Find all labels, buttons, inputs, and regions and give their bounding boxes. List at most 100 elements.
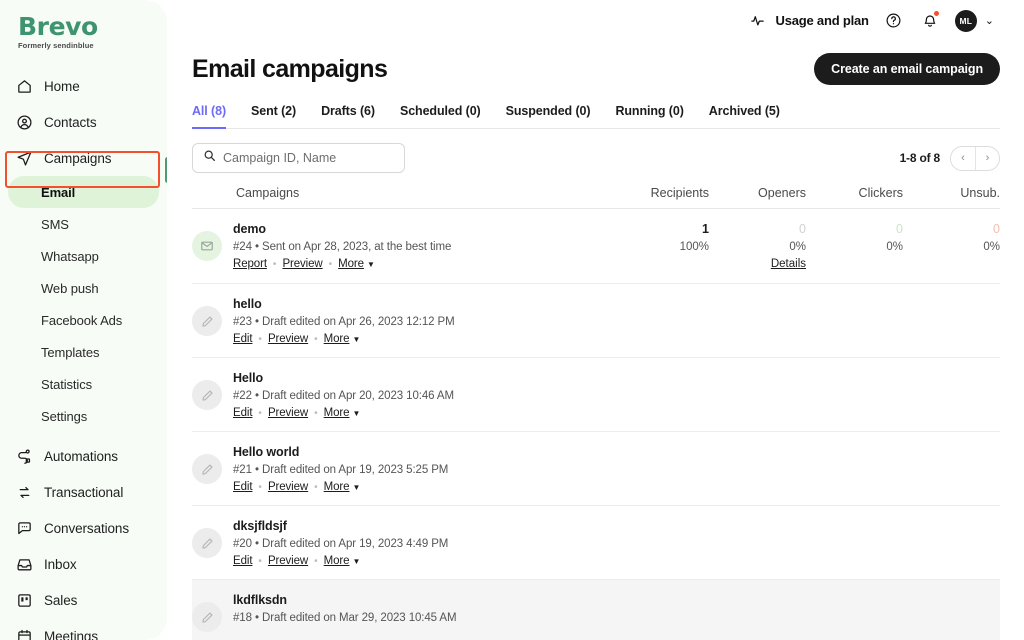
sidebar-item-contacts[interactable]: Contacts [0, 104, 167, 140]
campaign-meta: #20 • Draft edited on Apr 19, 2023 4:49 … [233, 538, 449, 550]
tab-all[interactable]: All (8) [192, 104, 226, 129]
sidebar-item-web-push[interactable]: Web push [8, 272, 159, 304]
recipients-cell: 1 100% [612, 221, 709, 253]
edit-link[interactable]: Edit [233, 555, 253, 567]
tab-running[interactable]: Running (0) [615, 104, 683, 129]
table-row[interactable]: Hello #22 • Draft edited on Apr 20, 2023… [192, 358, 1000, 432]
action-separator: • [328, 258, 333, 270]
pencil-icon [192, 528, 222, 558]
campaign-name: hello [233, 297, 262, 311]
pencil-icon [192, 454, 222, 484]
sidebar-item-label: Home [44, 78, 80, 94]
sidebar-item-meetings[interactable]: Meetings [0, 618, 167, 640]
table-row[interactable]: Hello world #21 • Draft edited on Apr 19… [192, 432, 1000, 506]
table-row[interactable]: hello #23 • Draft edited on Apr 26, 2023… [192, 284, 1000, 358]
search-input[interactable] [223, 151, 394, 165]
brand-logo[interactable]: Brevo Formerly sendinblue [0, 8, 167, 60]
preview-link[interactable]: Preview [268, 481, 308, 493]
more-link[interactable]: More [324, 555, 350, 567]
action-separator: • [258, 333, 262, 345]
tab-bar: All (8) Sent (2) Drafts (6) Scheduled (0… [192, 104, 1000, 129]
sidebar-item-conversations[interactable]: Conversations [0, 510, 167, 546]
more-link[interactable]: More [324, 407, 350, 419]
row-actions: Report • Preview • More ▼ [233, 258, 451, 270]
column-header-clickers: Clickers [858, 186, 903, 200]
tab-sent[interactable]: Sent (2) [251, 104, 296, 129]
clickers-cell [806, 370, 903, 371]
chevron-down-icon[interactable]: ⌄ [985, 14, 994, 27]
tab-suspended[interactable]: Suspended (0) [506, 104, 591, 129]
preview-link[interactable]: Preview [268, 555, 308, 567]
sidebar-item-sales[interactable]: Sales [0, 582, 167, 618]
sidebar-item-label: Campaigns [44, 150, 112, 166]
preview-link[interactable]: Preview [268, 407, 308, 419]
sidebar-item-automations[interactable]: Automations [0, 438, 167, 474]
preview-link[interactable]: Preview [268, 333, 308, 345]
unsub-value: 0 [993, 222, 1000, 236]
chevron-right-icon[interactable]: › [975, 146, 999, 170]
search-box[interactable] [192, 143, 405, 173]
campaign-name: Hello world [233, 445, 300, 459]
unsub-cell [903, 296, 1000, 297]
sidebar-item-statistics[interactable]: Statistics [8, 368, 159, 400]
campaign-info: Hello world #21 • Draft edited on Apr 19… [233, 444, 448, 493]
clickers-cell [806, 592, 903, 593]
chevron-left-icon[interactable]: ‹ [951, 146, 975, 170]
sidebar-item-campaigns[interactable]: Campaigns [0, 140, 167, 176]
campaign-meta: #21 • Draft edited on Apr 19, 2023 5:25 … [233, 464, 449, 476]
table-row[interactable]: demo #24 • Sent on Apr 28, 2023, at the … [192, 209, 1000, 284]
sidebar-item-home[interactable]: Home [0, 68, 167, 104]
sidebar-item-templates[interactable]: Templates [8, 336, 159, 368]
activity-pulse-icon [747, 10, 769, 32]
sidebar-item-label: Contacts [44, 114, 97, 130]
more-link[interactable]: More [338, 258, 364, 270]
conversations-icon [16, 520, 33, 537]
automations-icon [16, 448, 33, 465]
openers-cell [709, 296, 806, 297]
table-toolbar: 1-8 of 8 ‹ › [192, 143, 1000, 173]
usage-and-plan-label: Usage and plan [775, 13, 869, 28]
sidebar-item-settings[interactable]: Settings [8, 400, 159, 432]
campaign-cell: Hello world #21 • Draft edited on Apr 19… [192, 444, 612, 493]
action-separator: • [258, 555, 262, 567]
avatar[interactable]: ML [954, 9, 977, 32]
sidebar-item-whatsapp[interactable]: Whatsapp [8, 240, 159, 272]
sidebar-item-email[interactable]: Email [8, 176, 159, 208]
tab-scheduled[interactable]: Scheduled (0) [400, 104, 481, 129]
sidebar-item-transactional[interactable]: Transactional [0, 474, 167, 510]
campaign-cell: hello #23 • Draft edited on Apr 26, 2023… [192, 296, 612, 345]
preview-link[interactable]: Preview [282, 258, 322, 270]
sidebar-item-sms[interactable]: SMS [8, 208, 159, 240]
more-link[interactable]: More [324, 481, 350, 493]
help-circle-icon[interactable] [883, 10, 905, 32]
campaign-info: dksjfldsjf #20 • Draft edited on Apr 19,… [233, 518, 448, 567]
usage-and-plan-button[interactable]: Usage and plan [747, 10, 869, 32]
pagination-buttons: ‹ › [950, 145, 1000, 171]
chevron-down-icon: ▼ [352, 556, 361, 566]
table-row[interactable]: lkdflksdn #18 • Draft edited on Mar 29, … [192, 580, 1000, 640]
bell-icon[interactable] [919, 10, 941, 32]
sidebar-item-facebook-ads[interactable]: Facebook Ads [8, 304, 159, 336]
tab-archived[interactable]: Archived (5) [709, 104, 780, 129]
sidebar-item-label: Automations [44, 448, 118, 464]
row-actions: Edit • Preview • More ▼ [233, 407, 454, 419]
sidebar-subitem-label: Templates [41, 344, 100, 360]
edit-link[interactable]: Edit [233, 481, 253, 493]
chevron-down-icon: ▼ [366, 259, 375, 269]
tab-drafts[interactable]: Drafts (6) [321, 104, 375, 129]
sidebar-item-label: Inbox [44, 556, 77, 572]
campaign-cell: Hello #22 • Draft edited on Apr 20, 2023… [192, 370, 612, 419]
sales-icon [16, 592, 33, 609]
table-row[interactable]: dksjfldsjf #20 • Draft edited on Apr 19,… [192, 506, 1000, 580]
report-link[interactable]: Report [233, 258, 267, 270]
sidebar-item-inbox[interactable]: Inbox [0, 546, 167, 582]
campaign-cell: lkdflksdn #18 • Draft edited on Mar 29, … [192, 592, 612, 632]
details-link[interactable]: Details [771, 258, 806, 270]
edit-link[interactable]: Edit [233, 407, 253, 419]
create-email-campaign-button[interactable]: Create an email campaign [814, 53, 1000, 85]
campaign-meta: #24 • Sent on Apr 28, 2023, at the best … [233, 241, 452, 253]
edit-link[interactable]: Edit [233, 333, 253, 345]
clickers-cell: 0 0% [806, 221, 903, 253]
more-link[interactable]: More [324, 333, 350, 345]
search-icon [203, 149, 216, 167]
